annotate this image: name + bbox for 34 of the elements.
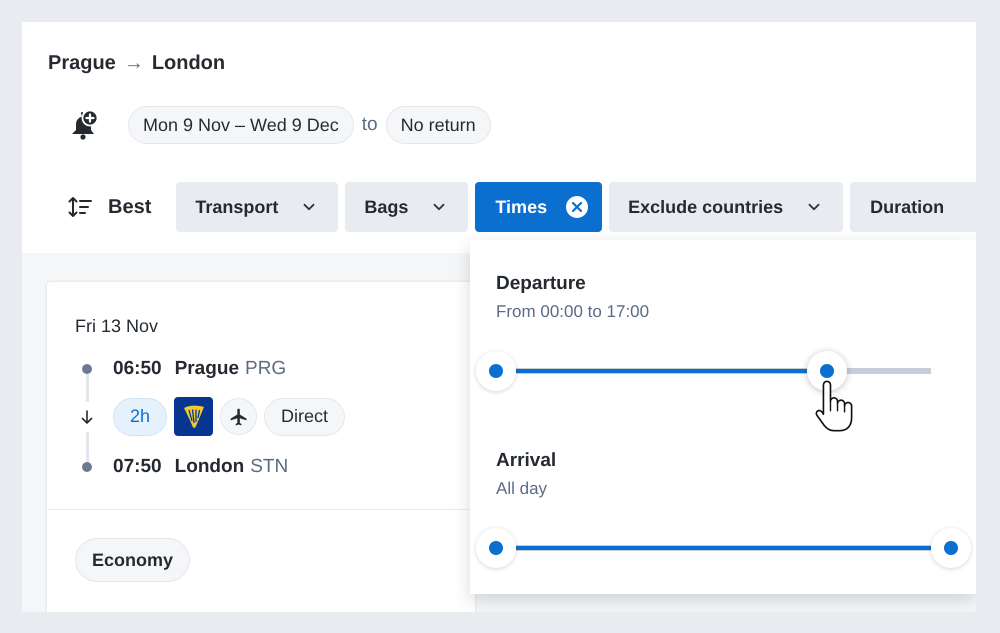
fare-class-badge: Economy [75, 538, 190, 582]
harp-logo-icon [174, 397, 214, 436]
filter-button[interactable]: Times [475, 182, 602, 232]
slider-thumb[interactable] [931, 528, 971, 568]
clear-icon[interactable] [566, 196, 588, 218]
sort-icon [68, 196, 92, 218]
return-chip[interactable]: No return [386, 106, 491, 144]
filter-button[interactable]: Exclude countries [609, 182, 844, 232]
date-range-chip[interactable]: Mon 9 Nov – Wed 9 Dec [128, 106, 354, 144]
airport-code: STN [250, 454, 288, 479]
slider-thumb[interactable] [476, 351, 516, 391]
section-subtitle: From 00:00 to 17:00 [496, 301, 650, 323]
plane-icon [220, 398, 258, 435]
slider-thumb[interactable] [806, 351, 846, 391]
flight-date: Fri 13 Nov [75, 315, 158, 337]
section-title: Departure [496, 272, 586, 296]
sort-button[interactable]: Best [68, 192, 152, 222]
to-label: to [362, 112, 378, 137]
arrival-city: London [174, 454, 244, 479]
filter-button[interactable]: Duration [850, 182, 976, 232]
filter-button[interactable]: Bags [345, 182, 468, 232]
filter-button[interactable]: Transport [176, 182, 338, 232]
stops-badge: Direct [264, 398, 346, 436]
departure-city: Prague [174, 356, 240, 381]
departure-time: 06:50 [113, 356, 162, 381]
duration-badge: 2h [113, 398, 168, 436]
airport-code: PRG [245, 356, 286, 381]
route-title: Prague → London [48, 51, 226, 76]
arrow-down-icon [81, 410, 93, 424]
arrival-time: 07:50 [113, 454, 162, 479]
hand-cursor-icon [814, 379, 854, 433]
section-subtitle: All day [496, 478, 548, 500]
section-title: Arrival [496, 449, 556, 473]
slider-thumb[interactable] [476, 528, 516, 568]
